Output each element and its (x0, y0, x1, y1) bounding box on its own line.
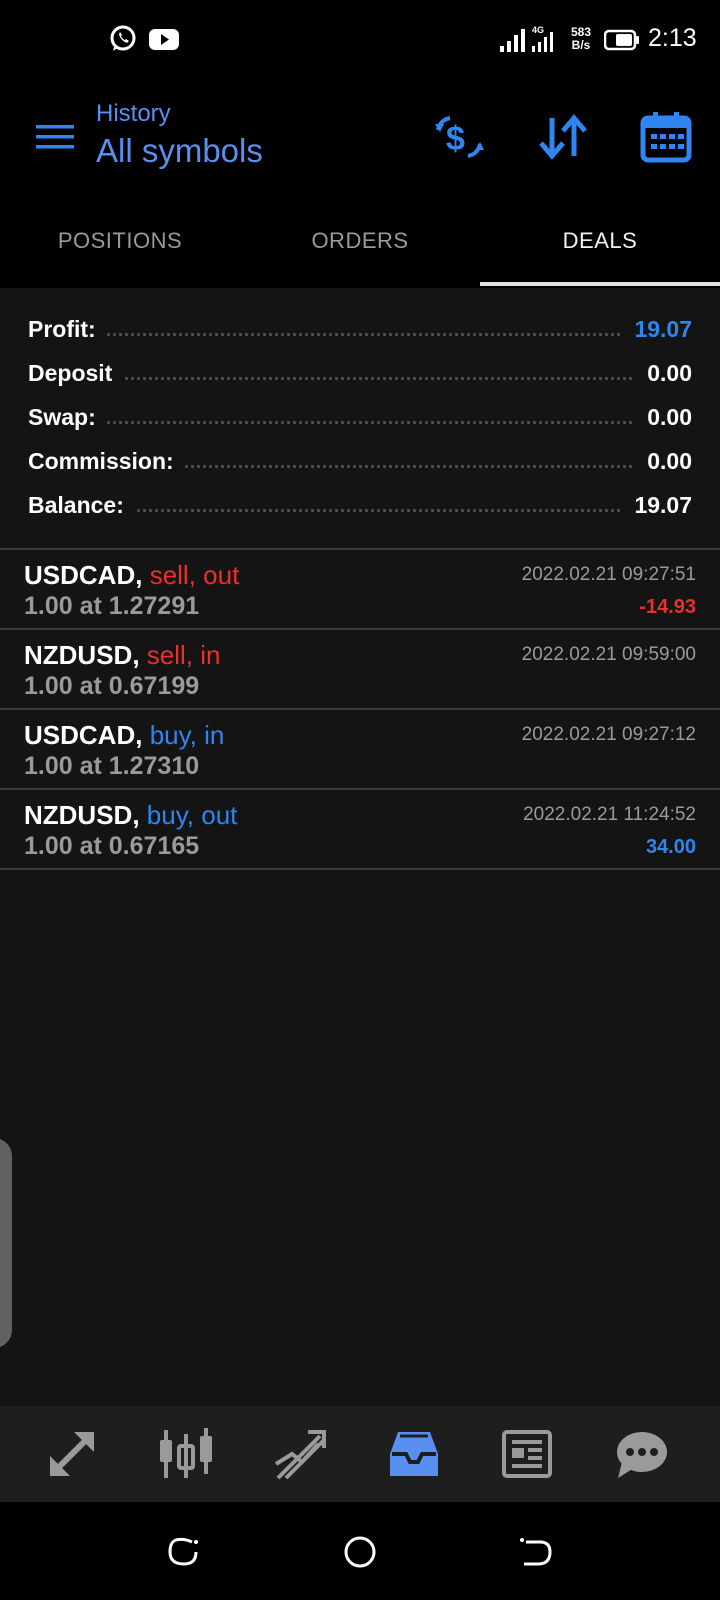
deal-row[interactable]: NZDUSD, buy, out 1.00 at 0.67165 2022.02… (0, 790, 720, 870)
app-header: History All symbols $ (0, 80, 720, 198)
page-subtitle: History (96, 100, 171, 127)
deal-volume-price: 1.00 at 1.27310 (24, 752, 200, 780)
deal-volume-price: 1.00 at 0.67165 (24, 832, 200, 860)
deal-row[interactable]: NZDUSD, sell, in 1.00 at 0.67199 2022.02… (0, 630, 720, 710)
leader-dots (28, 376, 692, 380)
home-icon[interactable] (342, 1534, 378, 1570)
active-tab-indicator (480, 282, 720, 286)
recent-apps-icon[interactable] (166, 1534, 202, 1570)
battery-icon (604, 29, 639, 51)
deal-time: 2022.02.21 11:24:52 (523, 804, 696, 825)
summary-row-profit: Profit: 19.07 (28, 310, 692, 354)
deal-volume-price: 1.00 at 1.27291 (24, 592, 200, 620)
history-tabs: POSITIONS ORDERS DEALS (0, 198, 720, 288)
deal-profit: -14.93 (639, 596, 696, 618)
summary-value: 19.07 (622, 316, 692, 343)
summary-label: Profit: (28, 316, 106, 343)
trade-icon[interactable] (272, 1426, 328, 1482)
svg-text:4G: 4G (532, 25, 544, 35)
deal-time: 2022.02.21 09:27:51 (521, 564, 696, 585)
deal-symbol-text: NZDUSD, (24, 800, 140, 830)
deal-volume-price: 1.00 at 0.67199 (24, 672, 200, 700)
leader-dots (28, 420, 692, 424)
summary-row-commission: Commission: 0.00 (28, 442, 692, 486)
deal-symbol: USDCAD, sell, out (24, 560, 239, 591)
calendar-icon[interactable] (640, 110, 694, 164)
deal-side: buy, out (146, 800, 238, 830)
network-speed-unit: B/s (571, 38, 591, 52)
chart-icon[interactable] (158, 1426, 214, 1482)
deal-time: 2022.02.21 09:27:12 (521, 724, 696, 745)
leader-dots (28, 332, 692, 336)
summary-value: 0.00 (635, 360, 692, 387)
deal-side: buy, in (149, 720, 225, 750)
deals-content: Profit: 19.07 Deposit 0.00 Swap: 0.00 Co… (0, 288, 720, 1406)
bottom-navigation (0, 1406, 720, 1502)
summary-value: 0.00 (635, 404, 692, 431)
menu-icon[interactable] (36, 122, 74, 152)
whatsapp-icon (110, 25, 136, 51)
svg-text:$: $ (446, 120, 465, 158)
quotes-icon[interactable] (44, 1426, 100, 1482)
history-icon[interactable] (386, 1426, 442, 1482)
deal-symbol: USDCAD, buy, in (24, 720, 224, 751)
deal-row[interactable]: USDCAD, sell, out 1.00 at 1.27291 2022.0… (0, 550, 720, 630)
sort-icon[interactable] (536, 110, 590, 164)
system-navigation (0, 1502, 720, 1600)
currency-exchange-icon[interactable]: $ (432, 110, 486, 164)
deal-side: sell, out (149, 560, 240, 590)
summary-label: Swap: (28, 404, 106, 431)
deal-symbol: NZDUSD, sell, in (24, 640, 221, 671)
symbol-filter-title[interactable]: All symbols (96, 132, 263, 170)
summary-label: Deposit (28, 360, 123, 387)
summary-row-deposit: Deposit 0.00 (28, 354, 692, 398)
network-speed: 583 B/s (568, 26, 594, 52)
summary-value: 19.07 (622, 492, 692, 519)
summary-value: 0.00 (635, 448, 692, 475)
tab-positions[interactable]: POSITIONS (0, 198, 240, 288)
summary-row-balance: Balance: 19.07 (28, 486, 692, 530)
deal-row[interactable]: USDCAD, buy, in 1.00 at 1.27310 2022.02.… (0, 710, 720, 790)
deal-side: sell, in (146, 640, 221, 670)
summary-label: Balance: (28, 492, 134, 519)
deal-profit: 34.00 (645, 836, 696, 858)
tab-deals[interactable]: DEALS (480, 198, 720, 288)
signal-4g-icon: 4G (532, 25, 553, 52)
deal-symbol: NZDUSD, buy, out (24, 800, 237, 831)
messages-icon[interactable] (614, 1426, 670, 1482)
deal-symbol-text: USDCAD, (24, 720, 143, 750)
signal-icon (500, 29, 525, 52)
deal-symbol-text: NZDUSD, (24, 640, 140, 670)
news-icon[interactable] (500, 1426, 556, 1482)
tab-orders[interactable]: ORDERS (240, 198, 480, 288)
back-icon[interactable] (518, 1534, 554, 1570)
deal-time: 2022.02.21 09:59:00 (521, 644, 696, 665)
summary-panel: Profit: 19.07 Deposit 0.00 Swap: 0.00 Co… (0, 288, 720, 548)
summary-row-swap: Swap: 0.00 (28, 398, 692, 442)
youtube-icon (149, 29, 179, 50)
status-bar: 4G 583 B/s 2:13 (0, 0, 720, 80)
deal-symbol-text: USDCAD, (24, 560, 143, 590)
summary-label: Commission: (28, 448, 184, 475)
divider (0, 868, 720, 870)
clock: 2:13 (648, 24, 697, 52)
edge-panel-handle[interactable] (0, 1138, 12, 1348)
